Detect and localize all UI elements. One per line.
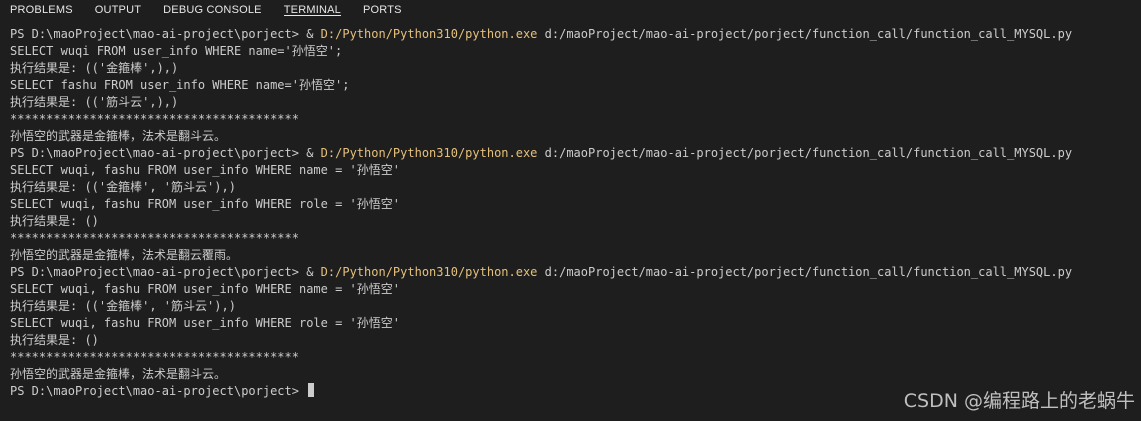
- script-path: d:/maoProject/mao-ai-project/porject/fun…: [537, 146, 1073, 160]
- script-path: d:/maoProject/mao-ai-project/porject/fun…: [537, 265, 1073, 279]
- panel-tab-bar: PROBLEMS OUTPUT DEBUG CONSOLE TERMINAL P…: [0, 0, 1141, 22]
- separator-line: ****************************************: [10, 112, 299, 126]
- terminal-line: SELECT wuqi, fashu FROM user_info WHERE …: [10, 163, 401, 177]
- script-path: d:/maoProject/mao-ai-project/porject/fun…: [537, 27, 1073, 41]
- terminal-command-line: PS D:\maoProject\mao-ai-project\porject>…: [10, 26, 1135, 43]
- terminal-cursor: [308, 383, 315, 397]
- terminal-line: SELECT wuqi, fashu FROM user_info WHERE …: [10, 282, 401, 296]
- watermark: CSDN @编程路上的老蜗牛: [903, 390, 1135, 412]
- call-operator: &: [306, 27, 321, 41]
- separator-line: ****************************************: [10, 350, 299, 364]
- terminal-line: SELECT fashu FROM user_info WHERE name='…: [10, 78, 350, 92]
- terminal-line: 执行结果是: (('金箍棒', '筋斗云'),): [10, 180, 236, 194]
- tab-ports[interactable]: PORTS: [363, 0, 402, 16]
- terminal-line: SELECT wuqi FROM user_info WHERE name='孙…: [10, 44, 343, 58]
- prompt: PS D:\maoProject\mao-ai-project\porject>: [10, 384, 307, 398]
- terminal-output[interactable]: PS D:\maoProject\mao-ai-project\porject>…: [10, 26, 1135, 416]
- terminal-line: 执行结果是: (('筋斗云',),): [10, 95, 179, 109]
- terminal-line: 执行结果是: (('金箍棒',),): [10, 61, 179, 75]
- call-operator: &: [306, 265, 321, 279]
- terminal-line: 执行结果是: (): [10, 333, 99, 347]
- prompt: PS D:\maoProject\mao-ai-project\porject>: [10, 27, 307, 41]
- terminal-line: SELECT wuqi, fashu FROM user_info WHERE …: [10, 197, 401, 211]
- prompt: PS D:\maoProject\mao-ai-project\porject>: [10, 265, 307, 279]
- terminal-line: SELECT wuqi, fashu FROM user_info WHERE …: [10, 316, 401, 330]
- python-exe-path: D:/Python/Python310/python.exe: [320, 27, 538, 41]
- separator-line: ****************************************: [10, 231, 299, 245]
- terminal-line: 执行结果是: (): [10, 214, 99, 228]
- python-exe-path: D:/Python/Python310/python.exe: [320, 146, 538, 160]
- terminal-line: 孙悟空的武器是金箍棒，法术是翻斗云。: [10, 367, 227, 381]
- terminal-command-line: PS D:\maoProject\mao-ai-project\porject>…: [10, 145, 1135, 162]
- tab-problems[interactable]: PROBLEMS: [10, 0, 73, 16]
- call-operator: &: [306, 146, 321, 160]
- python-exe-path: D:/Python/Python310/python.exe: [320, 265, 538, 279]
- prompt: PS D:\maoProject\mao-ai-project\porject>: [10, 146, 307, 160]
- terminal-line: 孙悟空的武器是金箍棒，法术是翻云覆雨。: [10, 248, 239, 262]
- terminal-line: 执行结果是: (('金箍棒', '筋斗云'),): [10, 299, 236, 313]
- tab-terminal[interactable]: TERMINAL: [283, 0, 341, 16]
- tab-debug-console[interactable]: DEBUG CONSOLE: [163, 0, 262, 16]
- terminal-command-line: PS D:\maoProject\mao-ai-project\porject>…: [10, 264, 1135, 281]
- terminal-line: 孙悟空的武器是金箍棒，法术是翻斗云。: [10, 129, 227, 143]
- tab-output[interactable]: OUTPUT: [95, 0, 141, 16]
